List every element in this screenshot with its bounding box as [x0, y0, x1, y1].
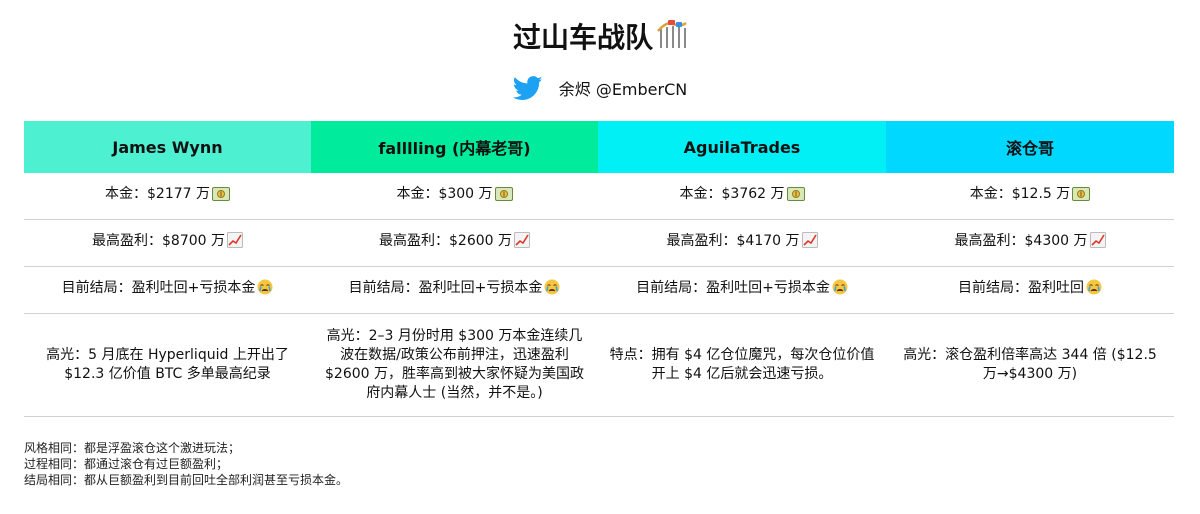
money-icon [212, 187, 230, 207]
outcome-cell: 目前结局：盈利吐回+亏损本金 [598, 266, 886, 314]
crying-face-icon [832, 279, 848, 301]
note-line: 风格相同：都是浮盈滚仓这个激进玩法； [24, 441, 241, 455]
crying-face-icon [1086, 279, 1102, 301]
money-icon [494, 187, 513, 207]
max-profit-cell: 最高盈利：$4300 万 [886, 219, 1174, 267]
outcome-cell: 目前结局：盈利吐回+亏损本金 [24, 266, 311, 314]
max-profit-text: 最高盈利：$8700 万 [92, 233, 225, 249]
chart-increasing-icon [801, 232, 818, 254]
trader-header: James Wynn [24, 121, 311, 173]
principal-cell: 本金：$3762 万 [598, 173, 886, 220]
trader-header: AguilaTrades [598, 121, 886, 173]
trader-header: falllling (内幕老哥) [311, 121, 598, 173]
note-line: 结局相同：都从巨额盈利到目前回吐全部利润甚至亏损本金。 [24, 473, 349, 487]
twitter-bird-icon [512, 75, 543, 101]
highlight-cell: 高光：2–3 月份时用 $300 万本金连续几波在数据/政策公布前押注，迅速盈利… [311, 313, 598, 417]
highlight-cell: 特点：拥有 $4 亿仓位魔咒，每次仓位价值开上 $4 亿后就会迅速亏损。 [598, 313, 886, 417]
title-text: 过山车战队 [512, 21, 653, 54]
max-profit-text: 最高盈利：$4300 万 [954, 233, 1088, 249]
principal-cell: 本金：$2177 万 [24, 173, 311, 220]
max-profit-text: 最高盈利：$4170 万 [666, 233, 800, 249]
max-profit-cell: 最高盈利：$2600 万 [311, 219, 598, 267]
outcome-text: 目前结局：盈利吐回+亏损本金 [348, 280, 543, 296]
summary-notes: 风格相同：都是浮盈滚仓这个激进玩法； 过程相同：都通过滚仓有过巨额盈利； 结局相… [24, 440, 348, 488]
principal-cell: 本金：$300 万 [311, 173, 598, 220]
principal-text: 本金：$12.5 万 [969, 186, 1071, 202]
note-line: 过程相同：都通过滚仓有过巨额盈利； [24, 457, 229, 471]
outcome-text: 目前结局：盈利吐回+亏损本金 [636, 280, 830, 296]
principal-text: 本金：$300 万 [396, 186, 493, 202]
money-icon [1072, 187, 1091, 207]
outcome-cell: 目前结局：盈利吐回 [886, 266, 1174, 314]
comparison-table: James Wynn falllling (内幕老哥) AguilaTrades… [24, 121, 1174, 417]
principal-cell: 本金：$12.5 万 [886, 173, 1174, 220]
outcome-text: 目前结局：盈利吐回 [958, 280, 1084, 296]
outcome-row: 目前结局：盈利吐回+亏损本金 目前结局：盈利吐回+亏损本金 目前结局：盈利吐回+… [24, 266, 1174, 314]
max-profit-text: 最高盈利：$2600 万 [379, 233, 512, 249]
header-row: James Wynn falllling (内幕老哥) AguilaTrades… [24, 121, 1174, 173]
page-title: 过山车战队 [0, 18, 1200, 60]
max-profit-row: 最高盈利：$8700 万 最高盈利：$2600 万 最高盈利：$4170 万 最… [24, 219, 1174, 267]
chart-increasing-icon [227, 232, 243, 254]
author-handle: 余烬 @EmberCN [558, 80, 688, 99]
crying-face-icon [544, 279, 560, 301]
chart-increasing-icon [514, 232, 530, 254]
author-line: 余烬 @EmberCN [0, 70, 1200, 106]
principal-text: 本金：$2177 万 [105, 186, 210, 202]
principal-row: 本金：$2177 万 本金：$300 万 本金：$3762 万 本金：$12.5… [24, 173, 1174, 220]
highlight-cell: 高光：滚仓盈利倍率高达 344 倍 ($12.5 万→$4300 万) [886, 313, 1174, 417]
max-profit-cell: 最高盈利：$4170 万 [598, 219, 886, 267]
chart-increasing-icon [1089, 232, 1106, 254]
trader-header: 滚仓哥 [886, 121, 1174, 173]
highlight-row: 高光：5 月底在 Hyperliquid 上开出了 $12.3 亿价值 BTC … [24, 313, 1174, 417]
money-icon [786, 187, 805, 207]
outcome-text: 目前结局：盈利吐回+亏损本金 [61, 280, 256, 296]
roller-coaster-icon [657, 19, 687, 60]
highlight-cell: 高光：5 月底在 Hyperliquid 上开出了 $12.3 亿价值 BTC … [24, 313, 311, 417]
crying-face-icon [257, 279, 273, 301]
outcome-cell: 目前结局：盈利吐回+亏损本金 [311, 266, 598, 314]
principal-text: 本金：$3762 万 [679, 186, 785, 202]
max-profit-cell: 最高盈利：$8700 万 [24, 219, 311, 267]
